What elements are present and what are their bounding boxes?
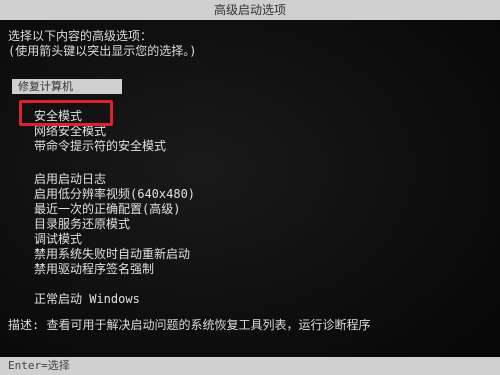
option-boot-logging[interactable]: 启用启动日志	[34, 172, 195, 187]
option-disable-driver-signature[interactable]: 禁用驱动程序签名强制	[34, 262, 195, 277]
option-safe-mode-command-prompt[interactable]: 带命令提示符的安全模式	[34, 139, 195, 154]
boot-options-menu: 安全模式 网络安全模式 带命令提示符的安全模式 启用启动日志 启用低分辨率视频(…	[34, 109, 195, 307]
option-directory-services-restore[interactable]: 目录服务还原模式	[34, 217, 195, 232]
option-debugging-mode[interactable]: 调试模式	[34, 232, 195, 247]
window-title: 高级启动选项	[0, 0, 500, 20]
option-start-windows-normally[interactable]: 正常启动 Windows	[34, 292, 195, 307]
option-safe-mode-networking[interactable]: 网络安全模式	[34, 124, 195, 139]
instruction-line-2: (使用箭头键以突出显示您的选择。)	[8, 44, 197, 58]
footer-hint: Enter=选择	[0, 357, 500, 375]
boot-screen: 高级启动选项 选择以下内容的高级选项： (使用箭头键以突出显示您的选择。) 修复…	[0, 0, 500, 375]
option-disable-auto-restart[interactable]: 禁用系统失败时自动重新启动	[34, 247, 195, 262]
repair-computer-option[interactable]: 修复计算机	[12, 79, 122, 94]
option-last-known-good[interactable]: 最近一次的正确配置(高级)	[34, 202, 195, 217]
option-low-resolution-video[interactable]: 启用低分辨率视频(640x480)	[34, 187, 195, 202]
instruction-line-1: 选择以下内容的高级选项：	[8, 29, 153, 43]
option-description: 描述: 查看可用于解决启动问题的系统恢复工具列表，运行诊断程序	[8, 318, 371, 332]
safe-mode-highlight-box	[19, 100, 113, 126]
